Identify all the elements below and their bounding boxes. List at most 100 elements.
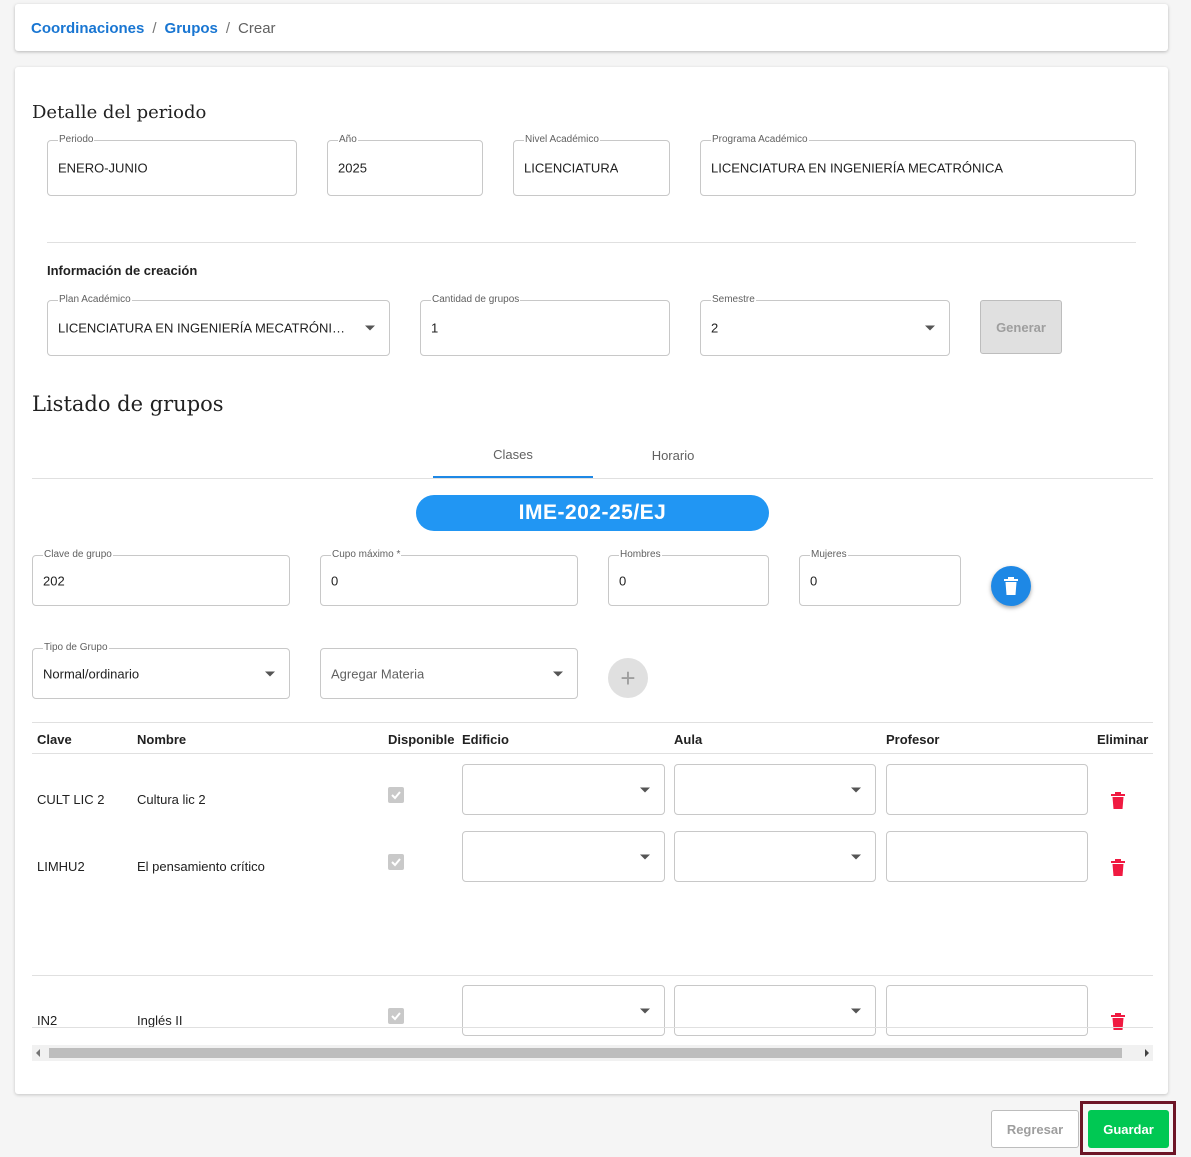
nivel-academico-label: Nivel Académico xyxy=(524,134,600,146)
available-checkbox[interactable] xyxy=(388,854,404,870)
scroll-right-icon[interactable] xyxy=(1145,1049,1149,1057)
clave-grupo-label: Clave de grupo xyxy=(43,549,113,561)
anio-field[interactable]: Año 2025 xyxy=(327,134,483,196)
column-header-edificio: Edificio xyxy=(462,732,509,747)
column-header-aula: Aula xyxy=(674,732,703,747)
agregar-materia-select[interactable]: Agregar Materia xyxy=(320,648,578,699)
hombres-input[interactable]: Hombres 0 xyxy=(608,549,769,606)
chevron-down-icon xyxy=(640,787,650,792)
edificio-select[interactable] xyxy=(462,764,665,815)
tab-clases[interactable]: Clases xyxy=(433,432,593,478)
column-header-clave: Clave xyxy=(37,732,72,747)
cantidad-grupos-label: Cantidad de grupos xyxy=(431,294,521,306)
semestre-label: Semestre xyxy=(711,294,756,306)
clave-grupo-input[interactable]: Clave de grupo 202 xyxy=(32,549,290,606)
main-card: Detalle del periodo Periodo ENERO-JUNIO … xyxy=(15,67,1168,1094)
chevron-down-icon xyxy=(851,1008,861,1013)
cantidad-grupos-value: 1 xyxy=(431,320,439,336)
anio-label: Año xyxy=(338,134,358,146)
chevron-down-icon xyxy=(640,854,650,859)
trash-icon xyxy=(1111,859,1125,876)
mujeres-label: Mujeres xyxy=(810,549,848,561)
generate-button[interactable]: Generar xyxy=(980,300,1062,354)
aula-select[interactable] xyxy=(674,831,876,882)
row-nombre: Cultura lic 2 xyxy=(137,792,206,807)
column-header-eliminar: Eliminar xyxy=(1097,732,1149,747)
breadcrumb-separator: / xyxy=(152,20,157,37)
check-icon xyxy=(391,791,401,800)
trash-icon xyxy=(1111,792,1125,809)
row-clave: CULT LIC 2 xyxy=(37,792,105,807)
save-button[interactable]: Guardar xyxy=(1088,1110,1169,1148)
breadcrumb: Coordinaciones / Grupos / Crear xyxy=(31,20,276,37)
periodo-label: Periodo xyxy=(58,134,95,146)
row-nombre: El pensamiento crítico xyxy=(137,859,265,874)
semestre-value: 2 xyxy=(711,320,719,336)
check-icon xyxy=(391,1012,401,1021)
profesor-input[interactable] xyxy=(886,831,1088,882)
hombres-label: Hombres xyxy=(619,549,662,561)
available-checkbox[interactable] xyxy=(388,787,404,803)
edificio-select[interactable] xyxy=(462,985,665,1036)
tipo-grupo-label: Tipo de Grupo xyxy=(43,642,109,654)
tab-bar: Clases Horario xyxy=(32,432,1153,479)
groups-section-title: Listado de grupos xyxy=(32,392,224,416)
nivel-academico-value: LICENCIATURA xyxy=(524,160,619,176)
period-section-title: Detalle del periodo xyxy=(32,102,207,123)
row-clave: LIMHU2 xyxy=(37,859,85,874)
table-row: CULT LIC 2 Cultura lic 2 xyxy=(32,754,1153,821)
cantidad-grupos-input[interactable]: Cantidad de grupos 1 xyxy=(420,294,670,356)
delete-row-button[interactable] xyxy=(1111,792,1125,814)
agregar-materia-placeholder: Agregar Materia xyxy=(331,666,425,681)
breadcrumb-link-coordinaciones[interactable]: Coordinaciones xyxy=(31,20,144,37)
programa-academico-field[interactable]: Programa Académico LICENCIATURA EN INGEN… xyxy=(700,134,1136,196)
chevron-down-icon xyxy=(265,671,275,676)
back-button[interactable]: Regresar xyxy=(991,1110,1079,1148)
profesor-input[interactable] xyxy=(886,985,1088,1036)
tipo-grupo-value: Normal/ordinario xyxy=(43,666,140,681)
chevron-down-icon xyxy=(851,787,861,792)
aula-select[interactable] xyxy=(674,764,876,815)
breadcrumb-separator: / xyxy=(225,20,231,37)
edificio-select[interactable] xyxy=(462,831,665,882)
chevron-down-icon xyxy=(925,325,935,331)
delete-row-button[interactable] xyxy=(1111,859,1125,881)
scroll-left-icon[interactable] xyxy=(36,1049,40,1057)
clave-grupo-value: 202 xyxy=(43,573,65,588)
tipo-grupo-select[interactable]: Tipo de Grupo Normal/ordinario xyxy=(32,642,290,699)
table-row: LIMHU2 El pensamiento crítico xyxy=(32,821,1153,976)
delete-group-button[interactable] xyxy=(991,566,1031,606)
semestre-select[interactable]: Semestre 2 xyxy=(700,294,950,356)
programa-academico-value: LICENCIATURA EN INGENIERÍA MECATRÓNICA xyxy=(711,160,1004,176)
nivel-academico-field[interactable]: Nivel Académico LICENCIATURA xyxy=(513,134,670,196)
mujeres-value: 0 xyxy=(810,573,818,588)
cupo-maximo-label: Cupo máximo * xyxy=(331,549,402,561)
table-header: Clave Nombre Disponible Edificio Aula Pr… xyxy=(32,722,1153,754)
chevron-down-icon xyxy=(851,854,861,859)
creation-section-title: Información de creación xyxy=(47,263,198,278)
chevron-down-icon xyxy=(553,671,563,676)
periodo-value: ENERO-JUNIO xyxy=(58,160,148,176)
periodo-field[interactable]: Periodo ENERO-JUNIO xyxy=(47,134,297,196)
plan-academico-select[interactable]: Plan Académico LICENCIATURA EN INGENIERÍ… xyxy=(47,294,390,356)
aula-select[interactable] xyxy=(674,985,876,1036)
available-checkbox[interactable] xyxy=(388,1008,404,1024)
tab-horario[interactable]: Horario xyxy=(593,432,753,478)
breadcrumb-bar: Coordinaciones / Grupos / Crear xyxy=(15,4,1168,51)
trash-icon xyxy=(1004,577,1018,595)
add-subject-button[interactable]: + xyxy=(608,658,648,698)
breadcrumb-link-grupos[interactable]: Grupos xyxy=(165,20,218,37)
cupo-maximo-value: 0 xyxy=(331,573,339,588)
profesor-input[interactable] xyxy=(886,764,1088,815)
column-header-disponible: Disponible xyxy=(388,732,455,747)
cupo-maximo-input[interactable]: Cupo máximo * 0 xyxy=(320,549,578,606)
anio-value: 2025 xyxy=(338,160,367,176)
mujeres-input[interactable]: Mujeres 0 xyxy=(799,549,961,606)
horizontal-scrollbar[interactable] xyxy=(32,1045,1153,1061)
plan-academico-label: Plan Académico xyxy=(58,294,132,306)
row-clave: IN2 xyxy=(37,1013,58,1028)
scrollbar-thumb[interactable] xyxy=(49,1048,1122,1058)
table-row: IN2 Inglés II xyxy=(32,976,1153,1086)
delete-row-button[interactable] xyxy=(1111,1013,1125,1035)
chevron-down-icon xyxy=(640,1008,650,1013)
